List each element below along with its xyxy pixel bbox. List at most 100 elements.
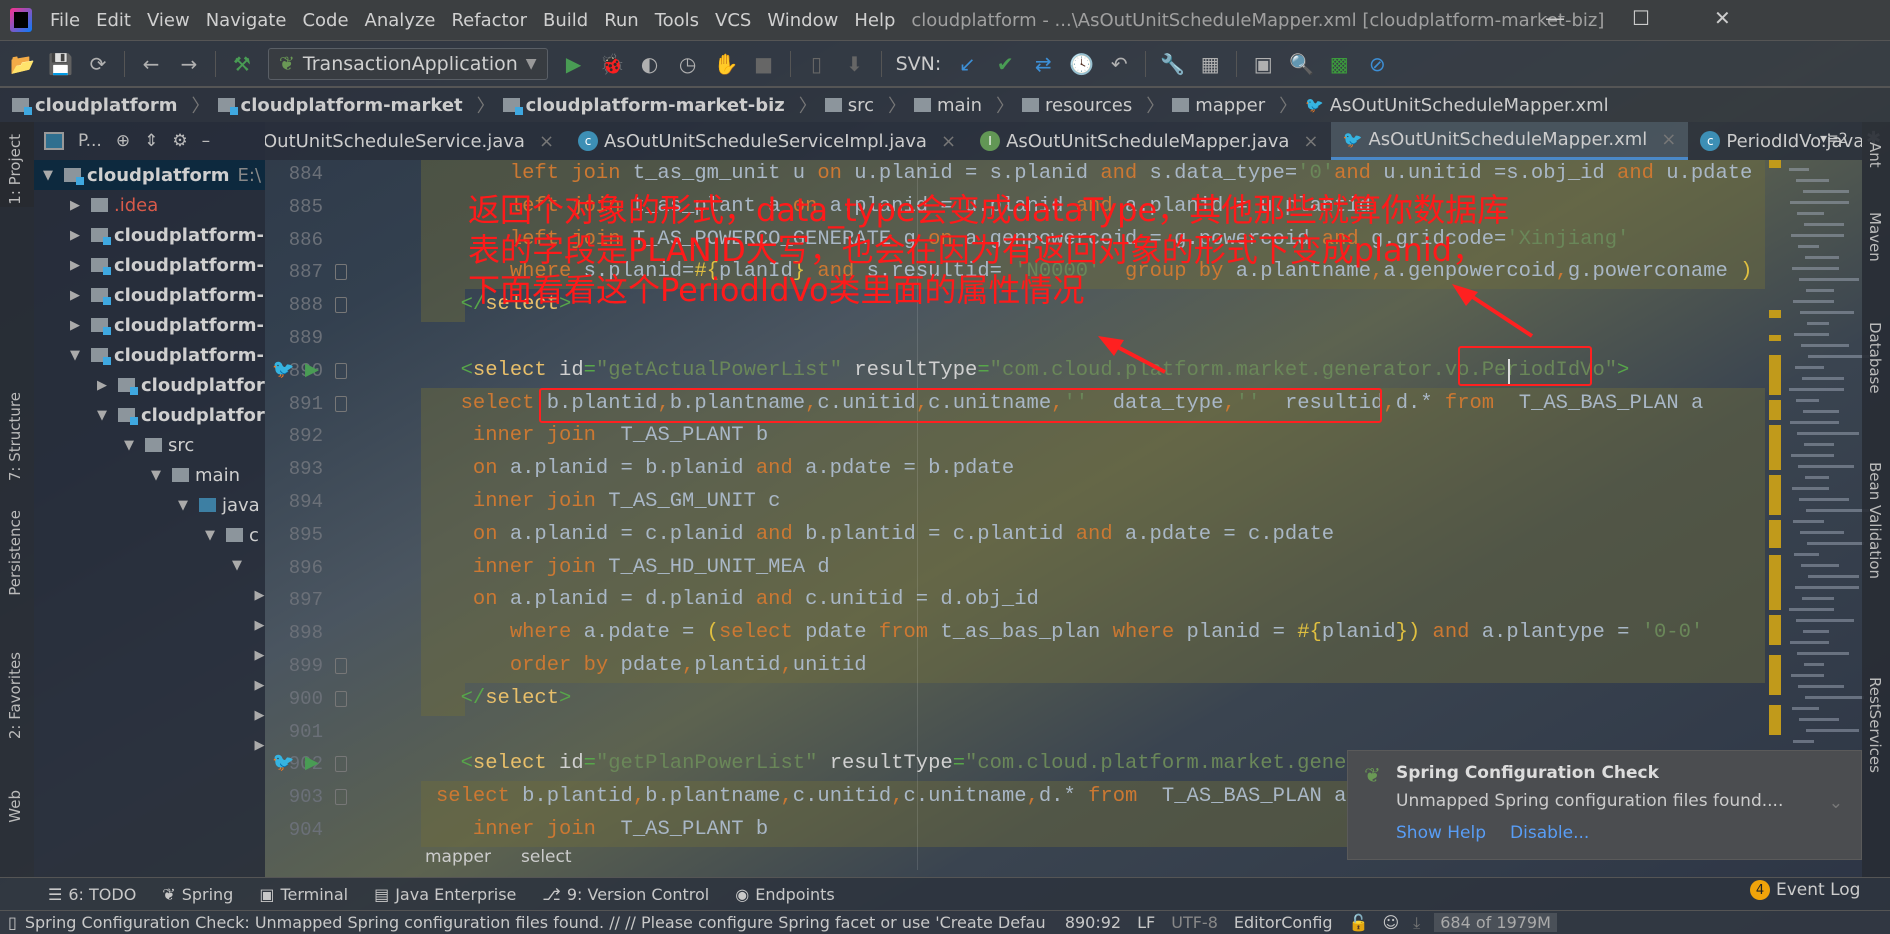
minimap-line [1802, 377, 1844, 380]
minimap-line [1794, 553, 1819, 556]
annotation-line: 表的字段是PLANID大写，也会在因为有返回对象的形式下变成planid， [468, 231, 1485, 269]
tool-window-maven[interactable]: Maven [1866, 212, 1884, 262]
error-stripe-mark[interactable] [1769, 400, 1781, 420]
minimap-line [1789, 608, 1834, 611]
error-stripe-mark[interactable] [1769, 355, 1781, 395]
annotation-text: 返回个对象的形式，data_type会变成dataType，其他那些就算你数据库… [468, 190, 1509, 310]
editorconfig[interactable]: EditorConfig [1234, 913, 1333, 932]
tool-window-restservices[interactable]: RestServices [1866, 677, 1884, 773]
minimap-line [1802, 597, 1834, 600]
error-stripe-mark[interactable] [1769, 520, 1781, 548]
arrow-to-annotation-2 [1098, 336, 1166, 374]
minimap-line [1800, 311, 1854, 314]
minimap-line [1803, 630, 1829, 633]
tool-window-database[interactable]: Database [1866, 322, 1884, 394]
error-stripe-mark[interactable] [1769, 310, 1781, 318]
breadcrumb-select[interactable]: select [521, 847, 572, 867]
minimap-line [1807, 322, 1829, 325]
spring-icon: ❦ [162, 884, 176, 904]
show-help-link[interactable]: Show Help [1396, 823, 1486, 843]
minimap-line [1803, 190, 1849, 193]
minimap-line [1807, 542, 1864, 545]
right-tool-window-strip: Ant Maven Database Bean Validation RestS… [1862, 122, 1890, 877]
tool-window-bar: ☰ 6: TODO ❦ Spring ▣ Terminal ▤ Java Enterprise… [0, 877, 1890, 910]
tool-window-label: Endpoints [755, 884, 835, 904]
status-toggle-icon[interactable]: ▯ [8, 913, 17, 932]
error-stripe-mark[interactable] [1769, 615, 1781, 645]
minimap-line [1797, 212, 1824, 215]
minimap-line [1806, 509, 1869, 512]
minimap-line [1789, 388, 1844, 391]
tool-window-label: 6: TODO [68, 884, 137, 904]
minimap-line [1799, 498, 1849, 501]
minimap-line [1790, 201, 1849, 204]
minimap-line [1794, 333, 1829, 336]
minimap-line [1792, 707, 1819, 710]
disable-link[interactable]: Disable... [1510, 823, 1589, 843]
terminal-icon: ▣ [259, 884, 275, 904]
minimap-line [1798, 465, 1854, 468]
minimap-line [1796, 179, 1829, 182]
minimap-line [1797, 652, 1849, 655]
minimap-line [1805, 696, 1864, 699]
status-message[interactable]: Spring Configuration Check: Unmapped Spr… [25, 913, 1045, 932]
notification-body: Unmapped Spring configuration files foun… [1396, 791, 1784, 811]
error-stripe-mark[interactable] [1769, 655, 1781, 695]
tool-window-bean-validation[interactable]: Bean Validation [1866, 462, 1884, 579]
spring-config-notification: ❦ Spring Configuration Check Unmapped Sp… [1347, 750, 1862, 860]
minimap-line [1792, 267, 1839, 270]
minimap-line [1790, 421, 1839, 424]
minimap-line [1799, 718, 1839, 721]
minimap-line [1805, 476, 1829, 479]
memory-indicator[interactable]: 684 of 1979M [1434, 913, 1557, 932]
minimap-line [1796, 619, 1854, 622]
hector-icon[interactable]: ☺ [1382, 913, 1399, 932]
minimap-line [1792, 487, 1829, 490]
error-stripe-mark[interactable] [1769, 555, 1781, 610]
event-log-button[interactable]: 4 Event Log [1750, 880, 1860, 900]
error-stripe-mark[interactable] [1769, 160, 1781, 168]
minimap-line [1808, 575, 1859, 578]
minimap-line [1791, 454, 1834, 457]
minimap-line [1793, 520, 1824, 523]
caret-position[interactable]: 890:92 [1065, 913, 1121, 932]
annotation-line: 下面看看这个PeriodIdVo类里面的属性情况 [468, 271, 1085, 309]
minimap-line [1799, 278, 1859, 281]
minimap-line [1806, 729, 1859, 732]
minimap-line [1798, 245, 1819, 248]
file-encoding[interactable]: UTF-8 [1171, 913, 1218, 932]
tool-window-button[interactable]: ❦ Spring [162, 885, 233, 904]
error-stripe-mark[interactable] [1769, 425, 1781, 470]
minimap-line [1789, 168, 1809, 171]
tool-window-button[interactable]: ▣ Terminal [259, 885, 348, 904]
breadcrumb-mapper[interactable]: mapper [425, 847, 491, 867]
minimap-line [1795, 366, 1824, 369]
error-stripe-mark[interactable] [1769, 475, 1781, 515]
spring-leaf-icon: ❦ [1364, 763, 1381, 787]
minimap-line [1790, 641, 1829, 644]
tool-window-label: Terminal [280, 884, 349, 904]
minimap-line [1793, 740, 1814, 743]
minimap-line [1791, 234, 1844, 237]
minimap-line [1804, 223, 1844, 226]
minimap-line [1797, 432, 1859, 435]
minimap-line [1798, 685, 1844, 688]
tool-window-button[interactable]: ▤ Java Enterprise [374, 885, 516, 904]
tool-window-button[interactable]: ⎇ 9: Version Control [542, 885, 709, 904]
tool-window-button[interactable]: ◉ Endpoints [735, 885, 835, 904]
line-separator[interactable]: LF [1137, 913, 1155, 932]
event-count-badge: 4 [1750, 880, 1770, 900]
error-stripe-mark[interactable] [1769, 705, 1781, 735]
minimap-line [1804, 663, 1824, 666]
tool-window-button[interactable]: ☰ 6: TODO [48, 885, 136, 904]
lock-icon[interactable]: 🔓 [1349, 913, 1369, 932]
event-log-label: Event Log [1776, 880, 1861, 900]
vcs-icon: ⎇ [542, 884, 561, 904]
download-icon[interactable]: ⤓ [1413, 913, 1420, 933]
notification-title: Spring Configuration Check [1396, 763, 1659, 783]
minimap-line [1800, 531, 1844, 534]
error-stripe-mark[interactable] [1769, 335, 1781, 341]
minimap-line [1801, 344, 1849, 347]
expand-chevron-icon[interactable]: ⌄ [1829, 793, 1843, 813]
tool-window-ant[interactable]: Ant [1866, 142, 1884, 168]
